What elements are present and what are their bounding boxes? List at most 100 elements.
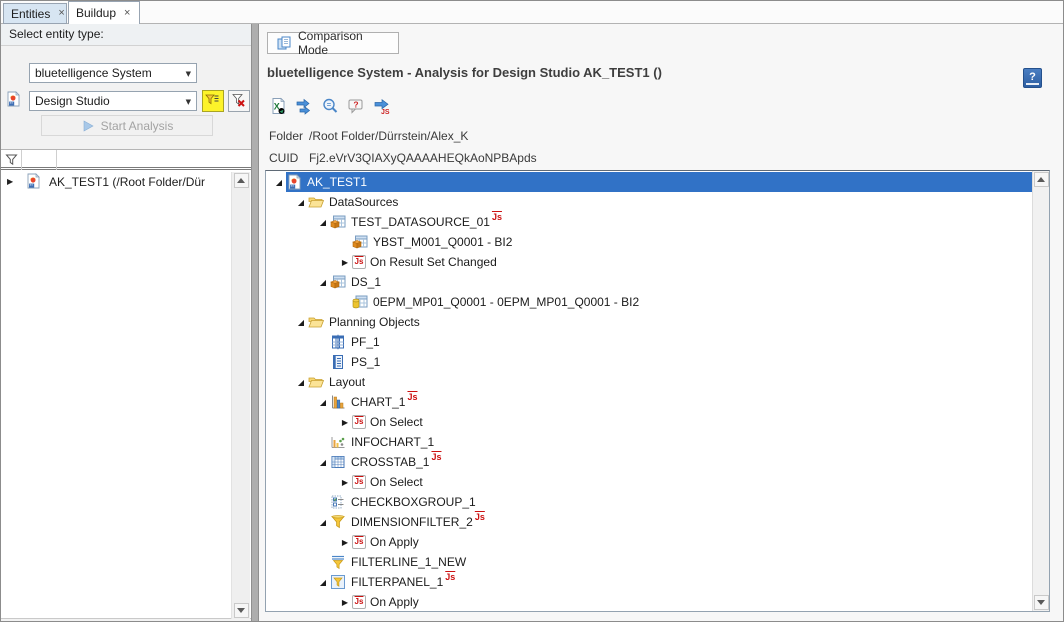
funnel-outline-icon — [5, 153, 18, 171]
cuid-value: Fj2.eVrV3QIAXyQAAAAHEQkAoNPBApds — [309, 151, 537, 165]
tree-row[interactable]: ◢CROSSTAB_1Js — [266, 452, 1032, 472]
tree-rows: ◢AK_TEST1◢DataSources◢TEST_DATASOURCE_01… — [266, 172, 1032, 611]
tree-item-label: PF_1 — [351, 335, 380, 349]
tree-row[interactable]: ◢DIMENSIONFILTER_2Js — [266, 512, 1032, 532]
filter-clear-icon — [230, 92, 248, 110]
tab-buildup[interactable]: Buildup × — [68, 1, 140, 24]
grid-filter-cell[interactable] — [21, 150, 57, 170]
tree-row[interactable]: ▶JsOn Select — [266, 472, 1032, 492]
close-icon[interactable]: × — [124, 8, 130, 19]
tree-item-label: CROSSTAB_1 — [351, 455, 429, 469]
grid-filter-row[interactable] — [1, 150, 251, 170]
help-icon: ? — [1029, 71, 1036, 83]
tree-row[interactable]: ◢CHART_1Js — [266, 392, 1032, 412]
js-export-button[interactable]: JS — [371, 96, 392, 116]
close-icon[interactable]: × — [58, 8, 64, 19]
script-event-icon: Js — [352, 595, 366, 609]
tree-row[interactable]: ▶JsOn Apply — [266, 532, 1032, 552]
tree-row[interactable]: 0EPM_MP01_Q0001 - 0EPM_MP01_Q0001 - BI2 — [266, 292, 1032, 312]
tree-row[interactable]: PS_1 — [266, 352, 1032, 372]
tree-row[interactable]: ◢ Planning Objects — [266, 312, 1032, 332]
expand-arrow-icon[interactable]: ◢ — [294, 318, 308, 327]
filterline-icon — [330, 554, 348, 570]
tab-entities-label: Entities — [11, 7, 50, 21]
panel-splitter[interactable] — [251, 24, 259, 622]
expand-arrow-icon[interactable]: ▶ — [338, 478, 352, 487]
scroll-up-button[interactable] — [234, 173, 249, 188]
expand-arrow-icon[interactable]: ▶ — [338, 418, 352, 427]
datasource-icon — [330, 274, 348, 290]
script-event-icon: Js — [352, 255, 366, 269]
app-icon — [286, 174, 304, 190]
tree-item-label: TEST_DATASOURCE_01 — [351, 215, 490, 229]
expand-arrow-icon[interactable]: ◢ — [294, 198, 308, 207]
tree-row[interactable]: FILTERLINE_1_NEW — [266, 552, 1032, 572]
chevron-down-icon: ▼ — [186, 70, 191, 78]
filter-list-icon — [204, 92, 222, 110]
js-script-badge: Js — [445, 572, 455, 582]
copy-pages-icon — [276, 35, 292, 51]
system-dropdown-value: bluetelligence System — [35, 66, 152, 80]
zoom-search-button[interactable]: = — [319, 96, 340, 116]
tree-row[interactable]: INFOCHART_1 — [266, 432, 1032, 452]
comment-question-button[interactable]: ? — [345, 96, 366, 116]
tree-row[interactable]: ◢Layout — [266, 372, 1032, 392]
tree-row[interactable]: ◢AK_TEST1 — [266, 172, 1032, 192]
expand-arrow-icon[interactable]: ◢ — [316, 278, 330, 287]
entity-type-dropdown[interactable]: Design Studio ▼ — [29, 91, 197, 111]
expand-all-button[interactable] — [293, 96, 314, 116]
tree-item-label: Planning Objects — [329, 315, 420, 329]
expand-arrow-icon[interactable]: ◢ — [294, 378, 308, 387]
expand-arrow-icon[interactable]: ◢ — [316, 518, 330, 527]
tree-row[interactable]: YBST_M001_Q0001 - BI2 — [266, 232, 1032, 252]
planfunc-icon — [330, 334, 348, 350]
crosstab-icon — [330, 454, 348, 470]
filterpanel-icon — [330, 574, 348, 590]
excel-export-button[interactable]: X — [267, 96, 288, 116]
expand-arrow-icon[interactable]: ▶ — [338, 538, 352, 547]
tab-entities[interactable]: Entities × — [3, 3, 67, 24]
start-analysis-button[interactable]: Start Analysis — [41, 115, 213, 136]
expand-arrow-icon[interactable]: ▶ — [7, 177, 25, 186]
filter-list-button[interactable] — [202, 90, 224, 112]
scroll-up-button[interactable] — [1034, 172, 1049, 187]
scroll-down-button[interactable] — [234, 603, 249, 618]
tree-row[interactable]: ▶JsOn Select — [266, 412, 1032, 432]
cuid-label: CUID — [269, 151, 298, 165]
system-dropdown[interactable]: bluetelligence System ▼ — [29, 63, 197, 83]
start-analysis-label: Start Analysis — [101, 119, 174, 133]
expand-arrow-icon[interactable]: ▶ — [338, 258, 352, 267]
tree-scrollbar[interactable] — [1032, 171, 1049, 611]
tree-row[interactable]: PF_1 — [266, 332, 1032, 352]
arrow-down-icon — [237, 608, 245, 613]
filter-clear-button[interactable] — [228, 90, 250, 112]
chevron-down-icon: ▼ — [186, 98, 191, 106]
tree-item-label: PS_1 — [351, 355, 380, 369]
grid-row-label: AK_TEST1 (/Root Folder/Dürrstein/Alex_K) — [49, 175, 205, 189]
help-button[interactable]: ? — [1023, 68, 1042, 88]
tree-row[interactable]: ◢FILTERPANEL_1Js — [266, 572, 1032, 592]
planseq-icon — [330, 354, 348, 370]
left-grid-scrollbar[interactable] — [231, 172, 250, 619]
expand-arrow-icon[interactable]: ◢ — [272, 178, 286, 187]
svg-text:=: = — [326, 100, 331, 109]
expand-arrow-icon[interactable]: ◢ — [316, 398, 330, 407]
tree-row[interactable]: ▶JsOn Result Set Changed — [266, 252, 1032, 272]
expand-arrow-icon[interactable]: ◢ — [316, 218, 330, 227]
expand-arrow-icon[interactable]: ◢ — [316, 458, 330, 467]
tree-row[interactable]: CHECKBOXGROUP_1 — [266, 492, 1032, 512]
application-window: Entities × Buildup × Select entity type:… — [0, 0, 1064, 622]
tree-row[interactable]: ◢TEST_DATASOURCE_01Js — [266, 212, 1032, 232]
comparison-mode-button[interactable]: Comparison Mode — [267, 32, 399, 54]
analysis-tree: ◢AK_TEST1◢DataSources◢TEST_DATASOURCE_01… — [265, 170, 1050, 612]
tree-item-label: CHECKBOXGROUP_1 — [351, 495, 476, 509]
script-event-icon: Js — [352, 415, 366, 429]
tree-row[interactable]: ◢DS_1 — [266, 272, 1032, 292]
expand-arrow-icon[interactable]: ▶ — [338, 598, 352, 607]
tree-row[interactable]: ◢DataSources — [266, 192, 1032, 212]
grid-row-ak-test1[interactable]: ▶ AK_TEST1 (/Root Folder/Dürrstein/Alex_… — [1, 170, 251, 193]
tree-row[interactable]: ▶JsOn Apply — [266, 592, 1032, 611]
folder-icon — [308, 374, 326, 390]
scroll-down-button[interactable] — [1034, 595, 1049, 610]
expand-arrow-icon[interactable]: ◢ — [316, 578, 330, 587]
